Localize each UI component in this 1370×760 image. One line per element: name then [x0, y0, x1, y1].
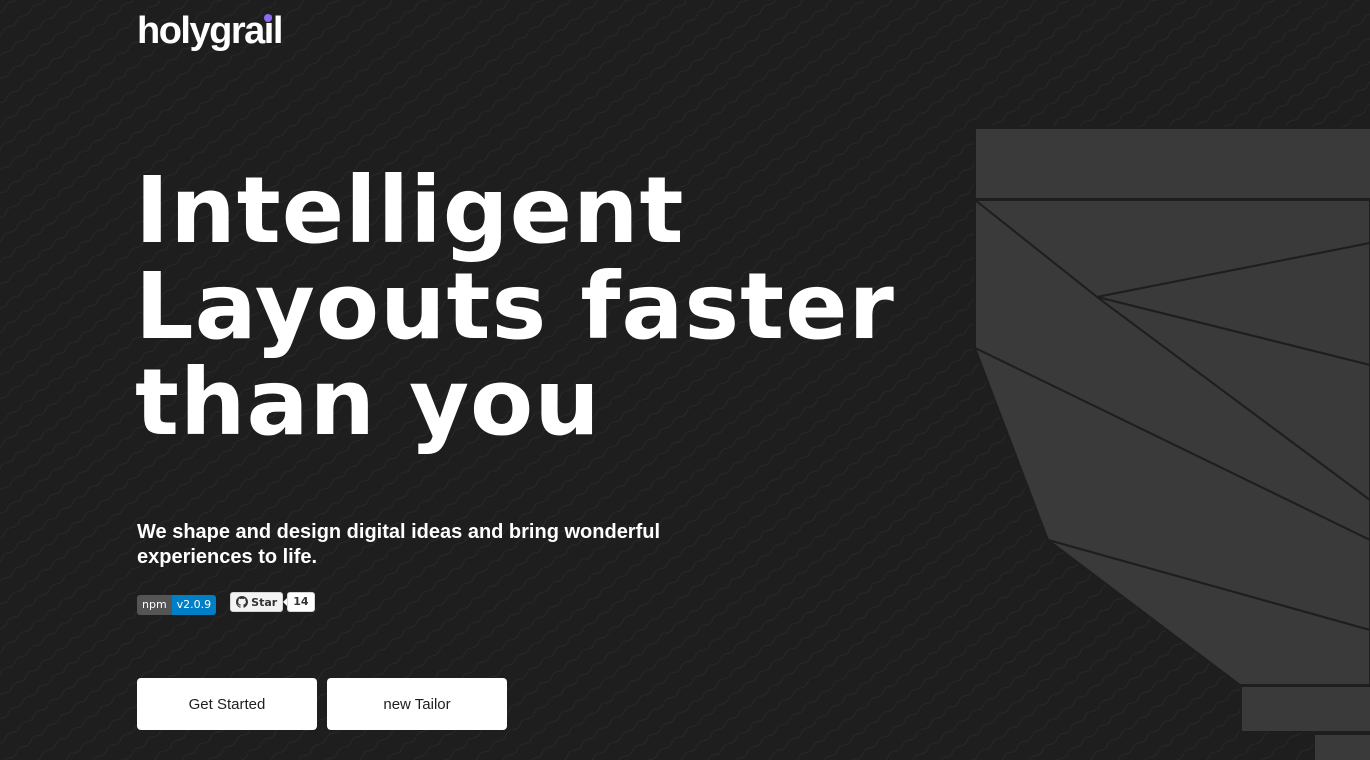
badge-row: npm v2.0.9 Star 14	[137, 592, 315, 615]
brand-logo[interactable]: holygrai l	[137, 6, 283, 56]
get-started-button[interactable]: Get Started	[137, 678, 317, 730]
headline-line-1: Intelligent	[135, 157, 685, 264]
hero-subtitle: We shape and design digital ideas and br…	[137, 521, 661, 568]
npm-version-badge[interactable]: npm v2.0.9	[137, 595, 217, 615]
headline-line-2: Layouts faster	[135, 253, 895, 360]
github-star-label: Star	[251, 595, 278, 609]
github-star-button[interactable]: Star	[230, 592, 284, 612]
npm-badge-label: npm	[137, 595, 172, 615]
hero-headline: Intelligent Layouts faster than you	[135, 163, 895, 451]
hero-geometric-illustration	[972, 127, 1370, 760]
npm-badge-version: v2.0.9	[171, 595, 217, 615]
github-star-count[interactable]: 14	[283, 592, 315, 612]
github-icon	[236, 596, 249, 608]
github-star-badge[interactable]: Star 14	[230, 592, 315, 612]
new-tailor-button[interactable]: new Tailor	[327, 678, 507, 730]
headline-line-3: than you	[135, 349, 601, 456]
